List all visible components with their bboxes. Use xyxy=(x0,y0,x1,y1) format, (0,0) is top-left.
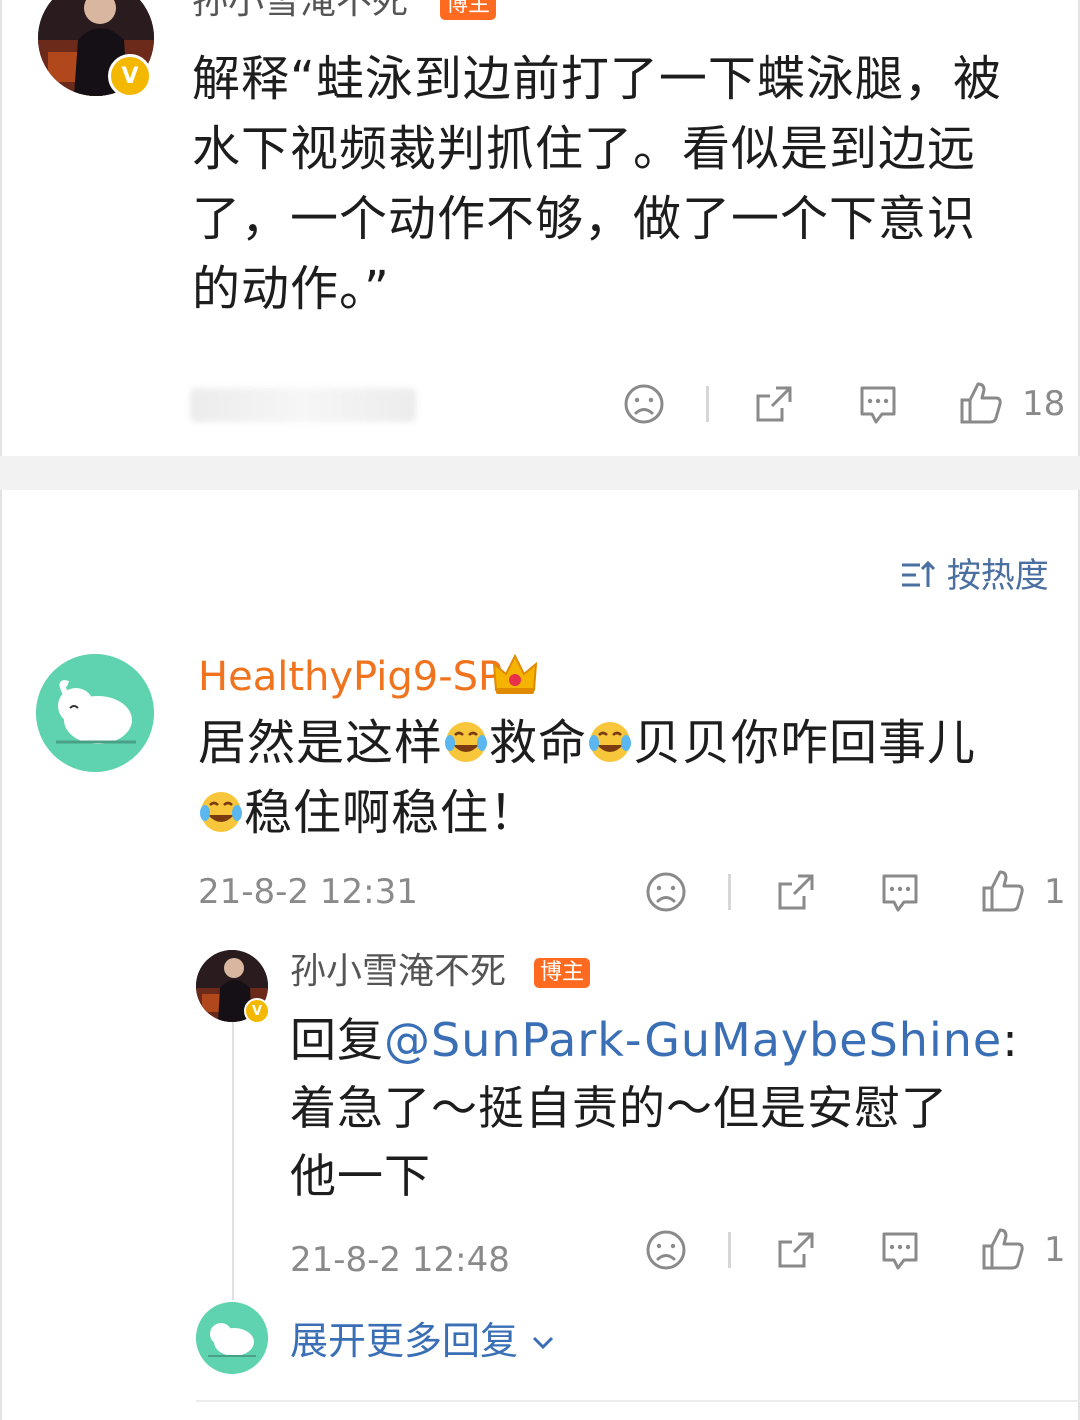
comment-timestamp: 21-8-2 12:31 xyxy=(198,872,418,912)
crown-icon xyxy=(492,653,538,694)
commenter-avatar[interactable] xyxy=(36,654,154,772)
comment-bubble-icon[interactable] xyxy=(878,870,922,916)
expand-more-label: 展开更多回复 xyxy=(290,1319,519,1363)
reply-author-name[interactable]: 孙小雪淹不死 xyxy=(290,950,506,994)
replier-avatar-small xyxy=(196,1302,268,1374)
post-author-name[interactable]: 孙小雪淹不死 xyxy=(192,0,408,22)
sort-button[interactable]: 按热度 xyxy=(900,548,1049,597)
comment-text-segment: 稳住啊稳住！ xyxy=(244,785,539,841)
laughing-crying-emoji-icon xyxy=(445,722,488,762)
post-text-line: 水下视频裁判抓住了。看似是到边远 xyxy=(192,121,977,177)
sad-face-icon[interactable] xyxy=(644,1228,688,1272)
action-separator xyxy=(728,874,731,910)
post-like-count: 18 xyxy=(1022,384,1066,424)
comment-bubble-icon[interactable] xyxy=(856,382,900,428)
comment-text-segment: 救命 xyxy=(489,715,588,771)
comment-text-segment: 居然是这样 xyxy=(198,715,444,771)
share-icon[interactable] xyxy=(774,1228,818,1272)
commenter-name[interactable]: HealthyPig9-SP xyxy=(198,652,502,702)
blogger-badge: 博主 xyxy=(534,958,591,988)
comment-bubble-icon[interactable] xyxy=(878,1228,922,1274)
reply-like-count: 1 xyxy=(1044,1230,1066,1270)
comment-text-segment: 贝贝你咋回事儿 xyxy=(633,715,977,771)
thumbs-up-icon[interactable] xyxy=(980,868,1026,914)
thumbs-up-icon[interactable] xyxy=(958,380,1004,426)
comment-text-line: 居然是这样 救命 贝贝你咋回事儿 xyxy=(198,708,1058,778)
reply-thread-line xyxy=(232,1020,234,1300)
sort-icon xyxy=(902,560,936,587)
reply-colon: : xyxy=(1002,1013,1019,1067)
action-separator xyxy=(728,1232,731,1268)
sort-label: 按热度 xyxy=(946,556,1049,596)
pig-avatar-image xyxy=(196,1302,268,1374)
action-separator xyxy=(706,386,709,422)
bottom-divider xyxy=(196,1400,1080,1402)
chevron-down-icon xyxy=(533,1336,554,1350)
verified-v-icon: V xyxy=(244,998,270,1024)
comment-like-count: 1 xyxy=(1044,872,1066,912)
post-text-line: 了，一个动作不够，做了一个下意识 xyxy=(192,191,977,247)
reply-prefix: 回复 xyxy=(290,1013,384,1067)
pig-avatar-image xyxy=(36,654,154,772)
sad-face-icon[interactable] xyxy=(644,870,688,914)
reply-timestamp: 21-8-2 12:48 xyxy=(290,1240,510,1280)
mention-link[interactable]: @SunPark-GuMaybeShine xyxy=(384,1013,1002,1067)
reply-text-line: 他一下 xyxy=(290,1149,431,1203)
laughing-crying-emoji-icon xyxy=(589,722,632,762)
reply-text-line: 着急了～挺自责的～但是安慰了 xyxy=(290,1081,948,1135)
post-text-line: 的动作。” xyxy=(192,261,390,317)
sad-face-icon[interactable] xyxy=(622,382,666,426)
reply-text: 回复@SunPark-GuMaybeShine: 着急了～挺自责的～但是安慰了 … xyxy=(290,1006,1070,1210)
verified-v-icon: V xyxy=(108,54,152,98)
frame-left-border xyxy=(0,0,2,1420)
reply-text-line: 回复@SunPark-GuMaybeShine: xyxy=(290,1006,1070,1074)
blogger-badge: 博主 xyxy=(440,0,497,20)
share-icon[interactable] xyxy=(752,382,796,426)
post-timestamp-blurred xyxy=(190,388,416,422)
comment-text: 居然是这样 救命 贝贝你咋回事儿 稳住啊稳住！ xyxy=(198,708,1058,848)
laughing-crying-emoji-icon xyxy=(200,792,242,832)
share-icon[interactable] xyxy=(774,870,818,914)
post-text-line: 解释“蛙泳到边前打了一下蝶泳腿，被 xyxy=(192,51,1002,107)
expand-more-replies-button[interactable]: 展开更多回复 xyxy=(290,1310,556,1365)
thumbs-up-icon[interactable] xyxy=(980,1226,1026,1272)
section-divider xyxy=(0,456,1080,490)
comment-text-line: 稳住啊稳住！ xyxy=(198,778,1058,848)
post-text: 解释“蛙泳到边前打了一下蝶泳腿，被 水下视频裁判抓住了。看似是到边远 了，一个动… xyxy=(192,44,1072,324)
